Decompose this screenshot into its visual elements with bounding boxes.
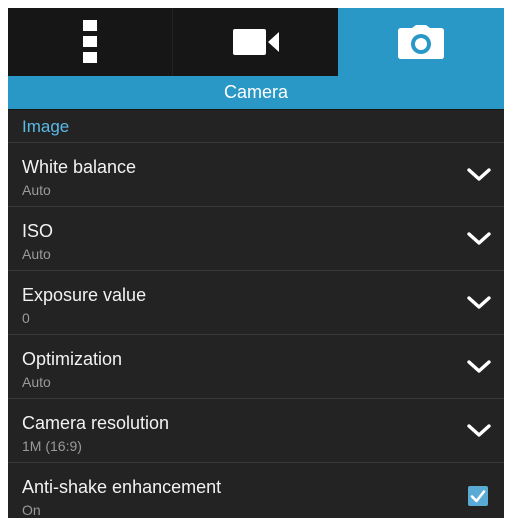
page-title: Camera [8,76,504,110]
mode-tab-bar [8,8,504,76]
chevron-down-icon[interactable] [466,423,492,439]
setting-iso[interactable]: ISO Auto [8,207,504,271]
camera-settings-panel: Camera Image White balance Auto ISO Auto… [8,8,504,518]
checkbox-checked-icon [470,490,486,503]
tab-camera[interactable] [338,8,504,76]
setting-label: White balance [22,157,137,177]
section-header-image: Image [22,117,70,136]
setting-label: ISO [22,221,54,241]
settings-list: White balance Auto ISO Auto Exposure val… [8,143,504,518]
setting-value: Auto [22,246,51,262]
setting-camera-resolution[interactable]: Camera resolution 1M (16:9) [8,399,504,463]
setting-optimization[interactable]: Optimization Auto [8,335,504,399]
setting-label: Anti-shake enhancement [22,477,222,497]
video-camera-icon [232,29,279,55]
setting-label: Optimization [22,349,123,369]
anti-shake-checkbox[interactable] [468,486,488,506]
setting-value: On [22,502,41,518]
tab-more[interactable] [8,8,173,76]
camera-icon [398,25,444,59]
setting-value: 1M (16:9) [22,438,82,454]
chevron-down-icon[interactable] [466,167,492,183]
tab-video[interactable] [173,8,338,76]
setting-anti-shake[interactable]: Anti-shake enhancement On [8,463,504,518]
setting-white-balance[interactable]: White balance Auto [8,143,504,207]
chevron-down-icon[interactable] [466,295,492,311]
setting-label: Exposure value [22,285,147,305]
setting-value: 0 [22,310,30,326]
chevron-down-icon[interactable] [466,359,492,375]
chevron-down-icon[interactable] [466,231,492,247]
more-icon [83,20,97,63]
setting-value: Auto [22,182,51,198]
setting-exposure-value[interactable]: Exposure value 0 [8,271,504,335]
setting-value: Auto [22,374,51,390]
setting-label: Camera resolution [22,413,170,433]
